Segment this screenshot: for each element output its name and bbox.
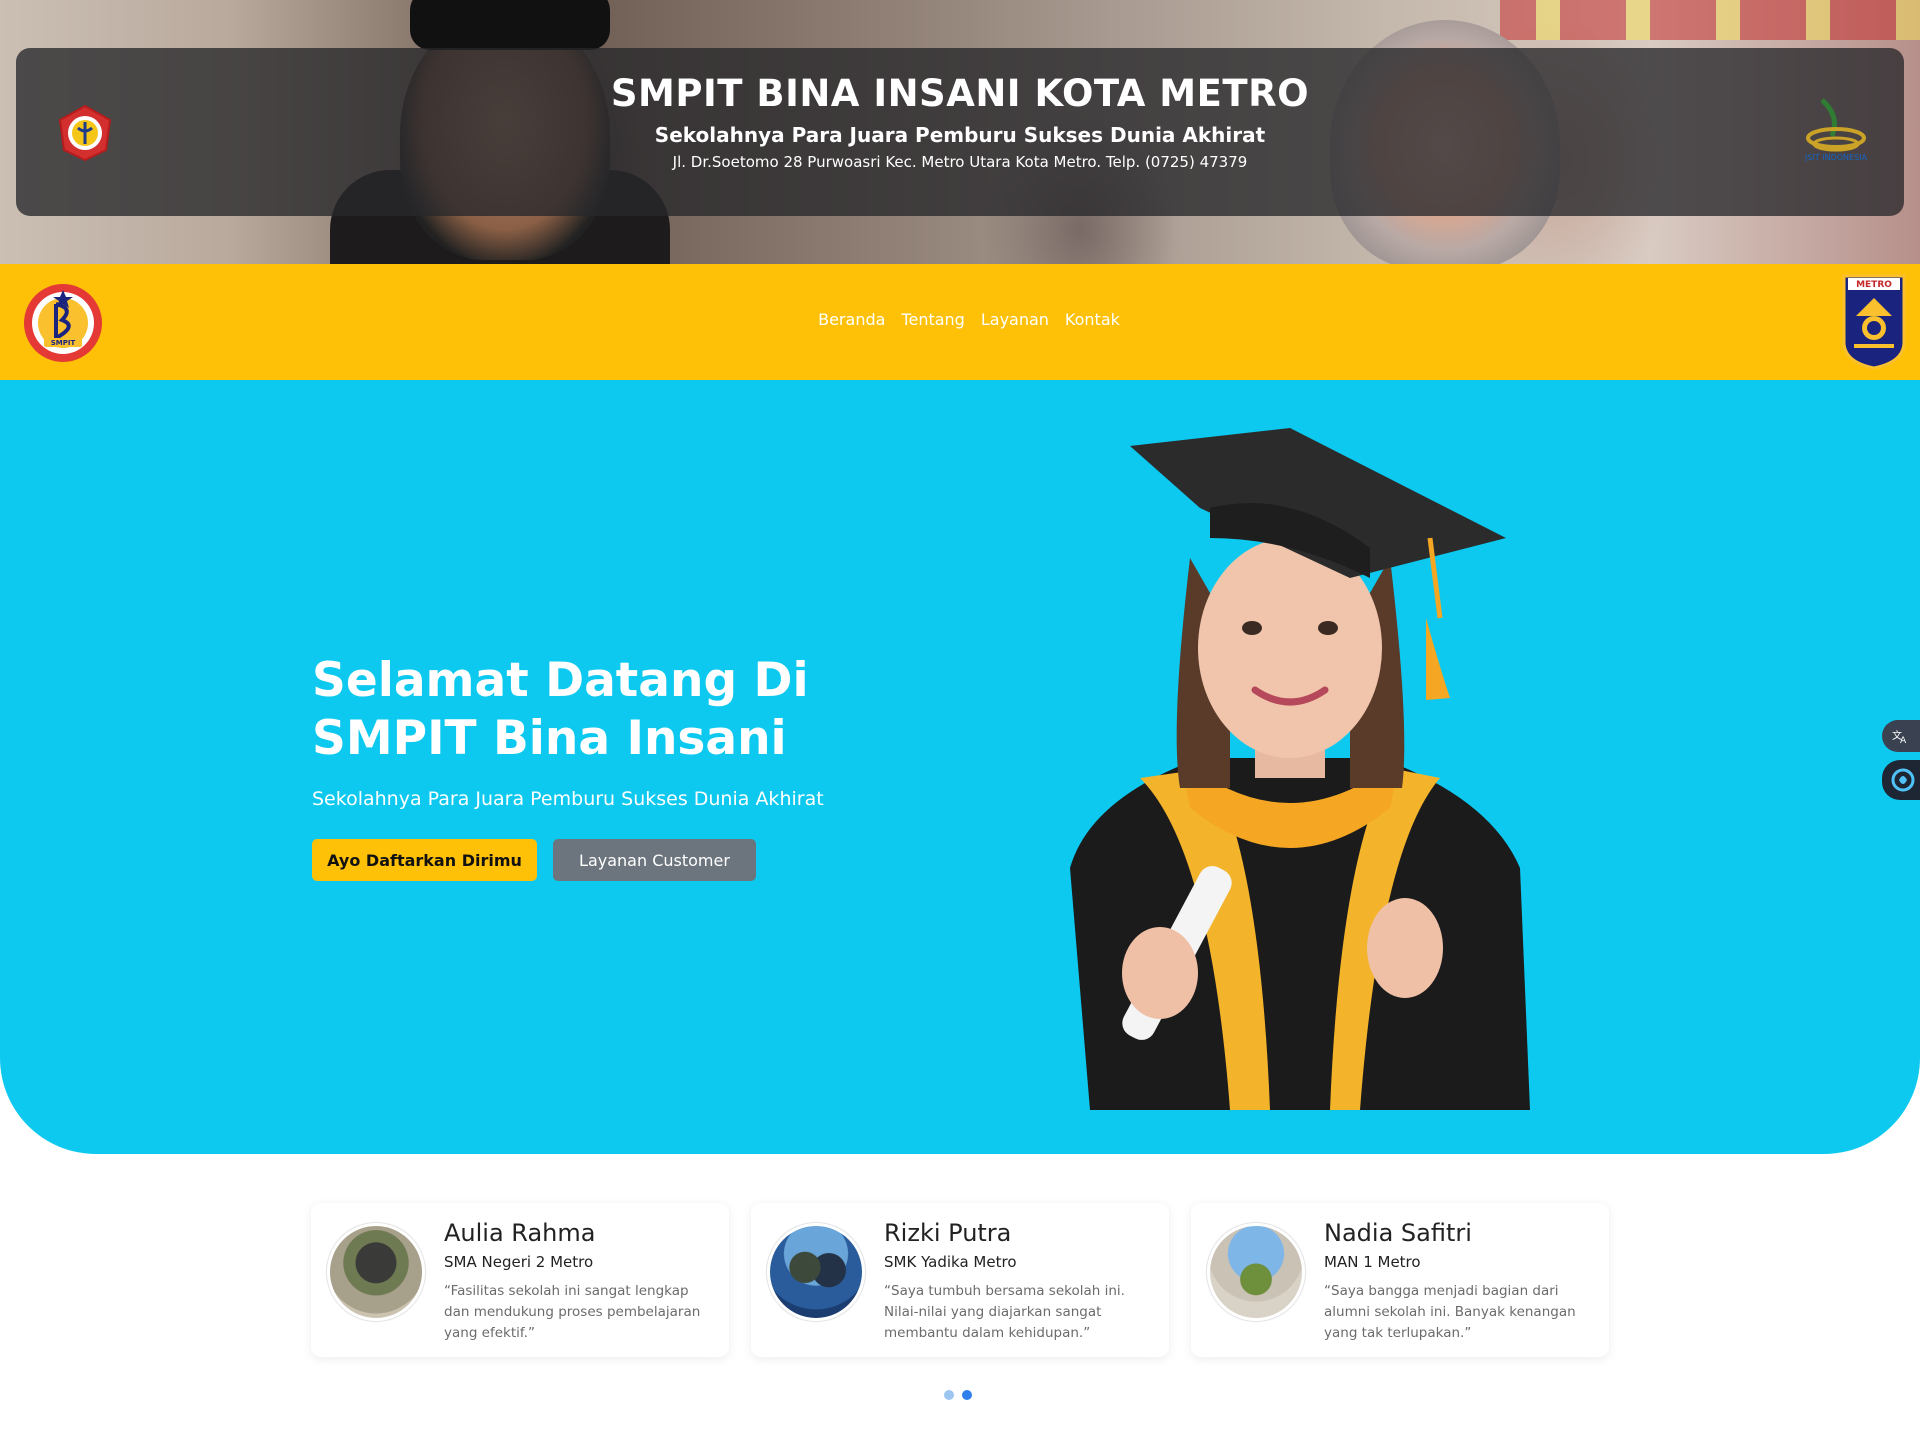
translate-button[interactable]: 文 A xyxy=(1882,720,1920,752)
accessibility-icon xyxy=(1891,768,1915,792)
graduate-student-image xyxy=(1070,428,1530,1110)
smpit-logo-text: SMPIT xyxy=(51,339,76,347)
customer-service-button[interactable]: Layanan Customer xyxy=(553,839,756,881)
hero-title: Selamat Datang Di SMPIT Bina Insani xyxy=(312,652,872,768)
testimonial-school: MAN 1 Metro xyxy=(1324,1253,1421,1271)
avatar xyxy=(327,1223,425,1321)
testimonial-quote: “Saya tumbuh bersama sekolah ini. Nilai-… xyxy=(884,1283,1125,1341)
hero-title-line1: Selamat Datang Di xyxy=(312,653,809,708)
page-title: SMPIT BINA INSANI KOTA METRO xyxy=(610,72,1310,115)
hero-title-line2: SMPIT Bina Insani xyxy=(312,711,787,766)
carousel-dot-2[interactable] xyxy=(962,1390,972,1400)
testimonial-name: Rizki Putra xyxy=(884,1219,1012,1247)
register-button[interactable]: Ayo Daftarkan Dirimu xyxy=(312,839,537,881)
nav-link-tentang[interactable]: Tentang xyxy=(901,310,964,329)
testimonial-name: Nadia Safitri xyxy=(1324,1219,1472,1247)
hero-subtitle: Sekolahnya Para Juara Pemburu Sukses Dun… xyxy=(312,788,824,810)
nav-link-kontak[interactable]: Kontak xyxy=(1065,310,1120,329)
accessibility-button[interactable] xyxy=(1882,760,1920,800)
jsit-logo: JSIT INDONESIA xyxy=(1804,98,1868,162)
nav-links: Beranda Tentang Layanan Kontak xyxy=(0,310,1920,329)
avatar xyxy=(1207,1223,1305,1321)
testimonial-name: Aulia Rahma xyxy=(444,1219,596,1247)
jsit-logo-text: JSIT INDONESIA xyxy=(1804,153,1868,162)
header-tagline: Sekolahnya Para Juara Pemburu Sukses Dun… xyxy=(654,123,1266,147)
testimonial-card: Rizki Putra SMK Yadika Metro “Saya tumbu… xyxy=(751,1203,1169,1357)
metro-crest-text: METRO xyxy=(1856,280,1892,290)
nav-link-layanan[interactable]: Layanan xyxy=(981,310,1049,329)
testimonial-quote: “Fasilitas sekolah ini sangat lengkap da… xyxy=(444,1283,701,1341)
metro-city-crest: METRO xyxy=(1842,274,1906,370)
carousel-pagination xyxy=(944,1390,972,1400)
testimonial-quote: “Saya bangga menjadi bagian dari alumni … xyxy=(1324,1283,1576,1341)
testimonial-card: Aulia Rahma SMA Negeri 2 Metro “Fasilita… xyxy=(311,1203,729,1357)
svg-text:A: A xyxy=(1900,736,1907,745)
carousel-dot-1[interactable] xyxy=(944,1390,954,1400)
avatar xyxy=(767,1223,865,1321)
decor-bunting xyxy=(1500,0,1920,40)
photo-figure-cap xyxy=(410,0,610,50)
translate-icon: 文 A xyxy=(1892,729,1907,745)
header-address: Jl. Dr.Soetomo 28 Purwoasri Kec. Metro U… xyxy=(672,153,1248,171)
testimonial-school: SMK Yadika Metro xyxy=(884,1253,1017,1271)
testimonial-school: SMA Negeri 2 Metro xyxy=(444,1253,594,1271)
hero-section xyxy=(0,380,1920,1154)
nav-link-beranda[interactable]: Beranda xyxy=(818,310,885,329)
testimonial-card: Nadia Safitri MAN 1 Metro “Saya bangga m… xyxy=(1191,1203,1609,1357)
